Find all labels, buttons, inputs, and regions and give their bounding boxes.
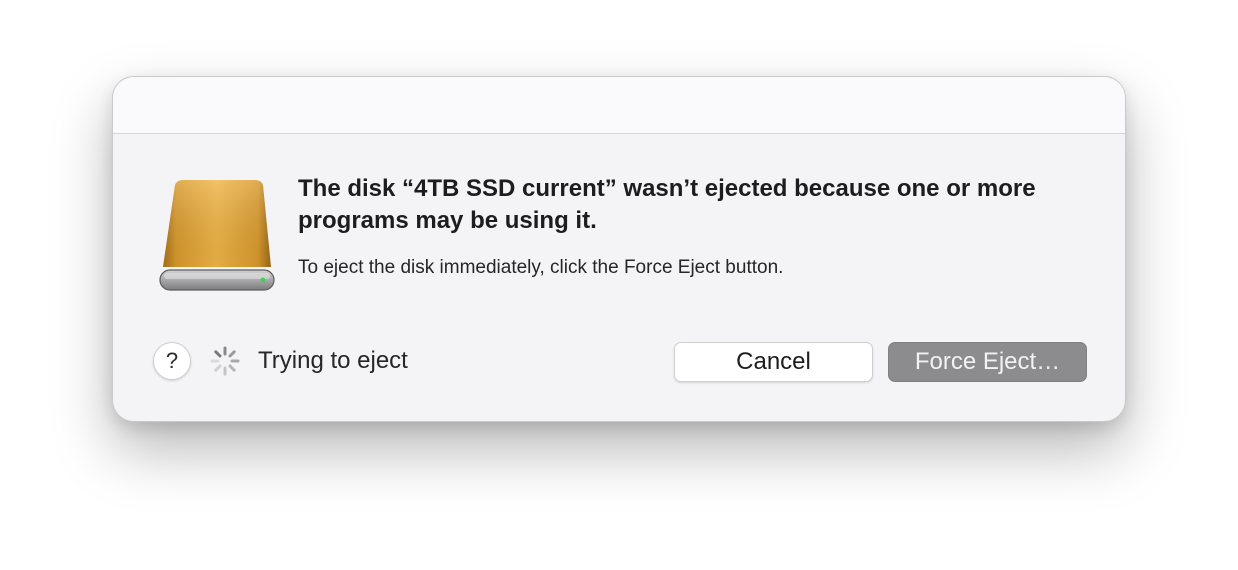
eject-alert-dialog: The disk “4TB SSD current” wasn’t ejecte… bbox=[112, 76, 1126, 422]
alert-headline: The disk “4TB SSD current” wasn’t ejecte… bbox=[298, 175, 1036, 234]
force-eject-button-label: Force Eject… bbox=[914, 348, 1061, 375]
eject-status-text: Trying to eject bbox=[258, 347, 408, 374]
progress-spinner-icon bbox=[210, 346, 240, 376]
cancel-button[interactable]: Cancel bbox=[674, 342, 873, 382]
force-eject-button[interactable]: Force Eject… bbox=[888, 342, 1087, 382]
external-drive-icon bbox=[159, 180, 275, 291]
help-button-label: ? bbox=[165, 348, 179, 373]
stage: The disk “4TB SSD current” wasn’t ejecte… bbox=[0, 0, 1238, 570]
help-button[interactable]: ? bbox=[153, 342, 191, 380]
alert-message: To eject the disk immediately, click the… bbox=[298, 257, 784, 278]
dialog-titlebar bbox=[113, 77, 1125, 134]
cancel-button-label: Cancel bbox=[736, 348, 811, 375]
